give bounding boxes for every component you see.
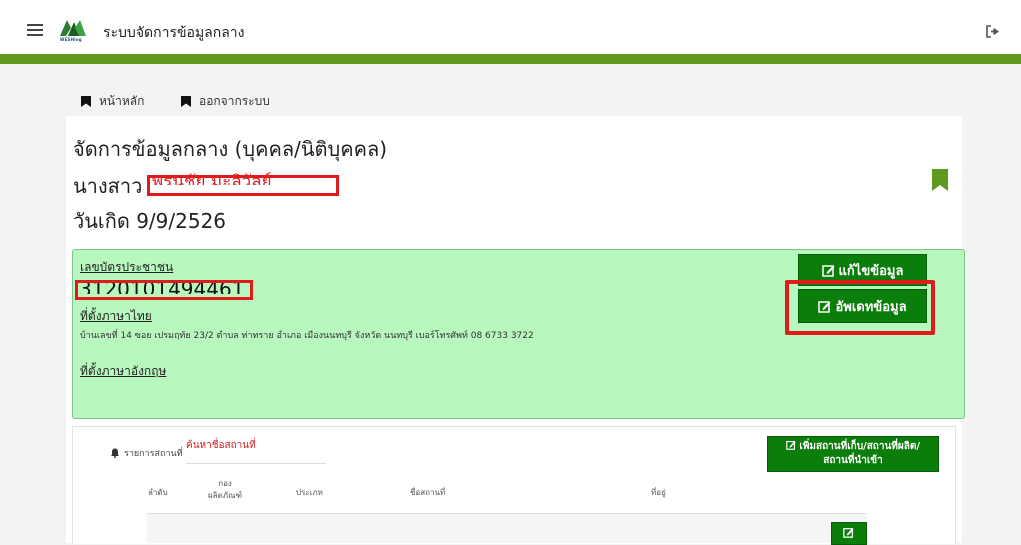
id-redaction-box <box>75 280 253 300</box>
page-title: จัดการข้อมูลกลาง (บุคคล/นิติบุคคล) <box>73 137 388 161</box>
id-label: เลขบัตรประชาชน <box>80 260 174 274</box>
birthdate: วันเกิด 9/9/2526 <box>73 209 227 233</box>
col-header-address: ที่อยู่ <box>651 488 666 497</box>
edit-icon <box>786 440 796 450</box>
edit-icon <box>821 264 835 277</box>
add-place-label-line1: เพิ่มสถานที่เก็บ/สถานที่ผลิต/ <box>799 441 921 452</box>
bell-icon <box>111 448 119 458</box>
bookmark-icon[interactable] <box>932 169 948 191</box>
bookmark-icon <box>81 96 91 107</box>
add-place-button[interactable]: เพิ่มสถานที่เก็บ/สถานที่ผลิต/ สถานที่นำเ… <box>767 436 939 472</box>
col-header-order: ลำดับ <box>148 488 168 497</box>
addr-th-value: บ้านเลขที่ 14 ซอย เปรมฤทัย 23/2 ตำบล ท่า… <box>80 331 534 341</box>
addr-en-label: ที่ตั้งภาษาอังกฤษ <box>80 364 167 378</box>
col-header-division: กอง ผลิตภัณฑ์ <box>207 479 243 500</box>
logo-text: WESHlog <box>60 37 82 42</box>
app-title: ระบบจัดการข้อมูลกลาง <box>103 25 245 41</box>
places-list-label: รายการสถานที่ <box>110 446 183 460</box>
nav-logout[interactable]: ออกจากระบบ <box>181 92 270 111</box>
edit-button-label: แก้ไขข้อมูล <box>838 263 904 279</box>
nav-home-label: หน้าหลัก <box>99 94 145 108</box>
row-edit-button[interactable] <box>831 522 867 545</box>
logout-icon[interactable] <box>986 23 1000 38</box>
addr-th-label: ที่ตั้งภาษาไทย <box>80 309 152 323</box>
logo: WESHlog <box>58 16 88 44</box>
brand-stripe <box>0 54 1021 64</box>
menu-icon[interactable] <box>27 24 43 36</box>
add-place-label-line2: สถานที่นำเข้า <box>823 455 883 466</box>
name-redaction-box <box>147 175 339 196</box>
nav-logout-label: ออกจากระบบ <box>199 94 270 108</box>
col-header-type: ประเภท <box>296 488 323 497</box>
name-prefix: นางสาว <box>73 174 143 198</box>
place-search-input[interactable]: ค้นหาชื่อสถานที่ <box>186 438 326 464</box>
table-row <box>147 514 867 543</box>
col-header-place-name: ชื่อสถานที่ <box>410 488 446 497</box>
edit-icon <box>843 528 854 538</box>
places-list-text: รายการสถานที่ <box>124 449 183 459</box>
bookmark-icon <box>181 96 191 107</box>
update-highlight-box <box>785 280 935 335</box>
nav-home[interactable]: หน้าหลัก <box>81 92 144 111</box>
